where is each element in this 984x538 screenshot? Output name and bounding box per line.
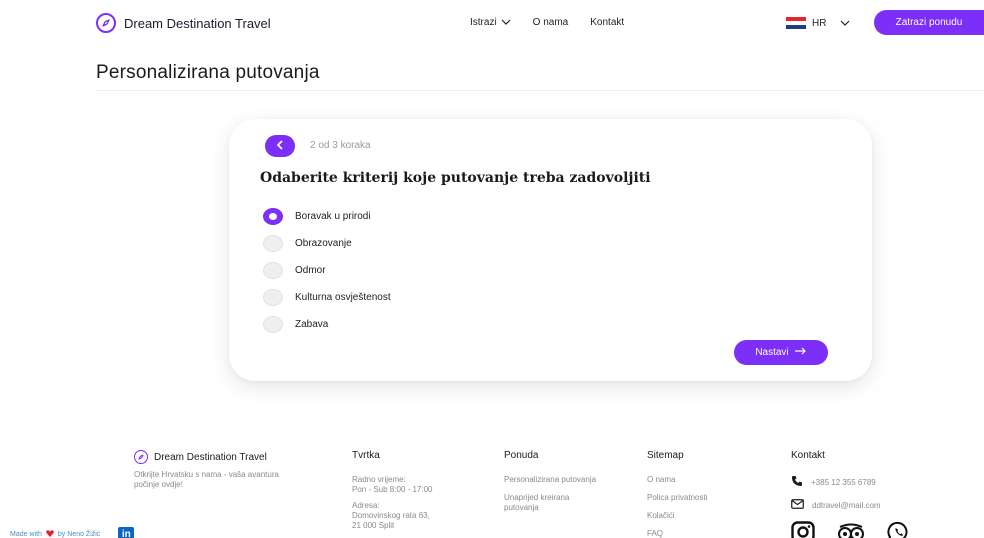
criteria-options: Boravak u prirodi Obrazovanje Odmor Kult…	[263, 203, 391, 338]
address-line: 21 000 Split	[352, 521, 395, 530]
option-boravak-u-prirodi[interactable]: Boravak u prirodi	[263, 203, 391, 230]
nav-item-label: O nama	[532, 17, 569, 28]
option-odmor[interactable]: Odmor	[263, 257, 391, 284]
email-link[interactable]: ddtravel@mail.com	[791, 499, 951, 511]
phone-number: +385 12 355 6789	[811, 477, 876, 487]
footer-link[interactable]: O nama	[647, 475, 757, 485]
footer-link[interactable]: Kolačići	[647, 511, 757, 521]
language-selector[interactable]: HR	[786, 17, 850, 29]
hours-value: Pon - Sub 8:00 - 17:00	[352, 485, 433, 494]
footer-link[interactable]: Personalizirana putovanja	[504, 475, 604, 485]
footer-brand-column: Dream Destination Travel Otkrijte Hrvats…	[134, 450, 294, 496]
arrow-left-icon	[276, 137, 284, 155]
option-zabava[interactable]: Zabava	[263, 311, 391, 338]
made-with-credit: Made with by Neno Žižić in	[10, 527, 135, 538]
radio-button[interactable]	[263, 289, 283, 306]
footer-heading: Ponuda	[504, 450, 539, 461]
made-with-suffix: by Neno Žižić	[57, 530, 101, 538]
mail-icon	[791, 499, 804, 511]
option-label: Odmor	[295, 265, 326, 276]
made-with-prefix: Made with	[10, 530, 42, 538]
option-label: Obrazovanje	[295, 238, 352, 249]
footer-heading: Kontakt	[791, 450, 825, 461]
footer-brand[interactable]: Dream Destination Travel	[134, 450, 294, 464]
language-label: HR	[812, 17, 827, 29]
radio-button[interactable]	[263, 316, 283, 333]
footer-offer-column: Ponuda Personalizirana putovanja Unaprij…	[504, 450, 604, 521]
option-kulturna-osvjestenost[interactable]: Kulturna osvještenost	[263, 284, 391, 311]
footer-brand-name: Dream Destination Travel	[154, 451, 267, 463]
footer-contact-column: Kontakt +385 12 355 6789 ddtravel@mail.c…	[791, 450, 951, 538]
footer-heading: Sitemap	[647, 450, 684, 461]
site-header: Dream Destination Travel Istrazi O nama …	[0, 0, 984, 46]
question-heading: Odaberite kriterij koje putovanje treba …	[260, 170, 651, 186]
nav-item-o-nama[interactable]: O nama	[533, 17, 569, 28]
croatia-flag-icon	[786, 17, 806, 29]
heart-icon	[46, 529, 54, 538]
nav-item-label: Kontakt	[590, 17, 625, 28]
back-button[interactable]	[265, 135, 295, 157]
next-button[interactable]: Nastavi	[734, 340, 828, 365]
chevron-down-icon	[501, 17, 511, 28]
arrow-right-icon	[794, 347, 807, 358]
next-button-label: Nastavi	[755, 347, 789, 358]
page-title: Personalizirana putovanja	[96, 62, 320, 83]
footer-heading: Tvrtka	[352, 450, 380, 461]
footer-company-column: Tvrtka Radno vrijeme: Pon - Sub 8:00 - 1…	[352, 450, 472, 537]
chevron-down-icon	[840, 18, 850, 29]
nav-item-label: Istrazi	[470, 17, 497, 28]
footer-link[interactable]: Unaprijed kreirana putovanja	[504, 493, 604, 513]
radio-button[interactable]	[263, 262, 283, 279]
phone-link[interactable]: +385 12 355 6789	[791, 475, 951, 489]
option-label: Boravak u prirodi	[295, 211, 371, 222]
footer-link[interactable]: Polica privatnosti	[647, 493, 757, 503]
option-label: Kulturna osvještenost	[295, 292, 391, 303]
social-links	[791, 521, 951, 538]
address-label: Adresa:	[352, 501, 380, 510]
whatsapp-icon[interactable]	[887, 521, 911, 538]
main-nav: Istrazi O nama Kontakt	[470, 17, 646, 28]
divider	[96, 90, 984, 91]
wizard-card: 2 od 3 koraka Odaberite kriterij koje pu…	[229, 119, 872, 381]
tripadvisor-icon[interactable]	[837, 521, 865, 538]
site-footer: Dream Destination Travel Otkrijte Hrvats…	[0, 450, 984, 538]
request-quote-button[interactable]: Zatrazi ponudu	[874, 10, 984, 35]
option-label: Zabava	[295, 319, 329, 330]
nav-item-istrazi[interactable]: Istrazi	[470, 17, 511, 28]
compass-icon	[96, 13, 116, 33]
option-obrazovanje[interactable]: Obrazovanje	[263, 230, 391, 257]
instagram-icon[interactable]	[791, 521, 815, 538]
footer-link[interactable]: FAQ	[647, 529, 757, 538]
compass-icon	[134, 450, 148, 464]
address-line: Domovinskog rata 63,	[352, 511, 430, 520]
email-address: ddtravel@mail.com	[812, 500, 881, 510]
hours-label: Radno vrijeme:	[352, 475, 406, 484]
brand-name: Dream Destination Travel	[124, 15, 271, 31]
footer-sitemap-column: Sitemap O nama Polica privatnosti Kolači…	[647, 450, 757, 538]
footer-tagline: Otkrijte Hrvatsku s nama - vaša avantura…	[134, 470, 279, 489]
brand-link[interactable]: Dream Destination Travel	[96, 13, 271, 33]
radio-button[interactable]	[263, 235, 283, 252]
linkedin-icon[interactable]: in	[118, 527, 135, 538]
phone-icon	[791, 475, 803, 489]
nav-item-kontakt[interactable]: Kontakt	[590, 17, 624, 28]
radio-button[interactable]	[263, 208, 283, 225]
step-indicator: 2 od 3 koraka	[310, 140, 371, 151]
